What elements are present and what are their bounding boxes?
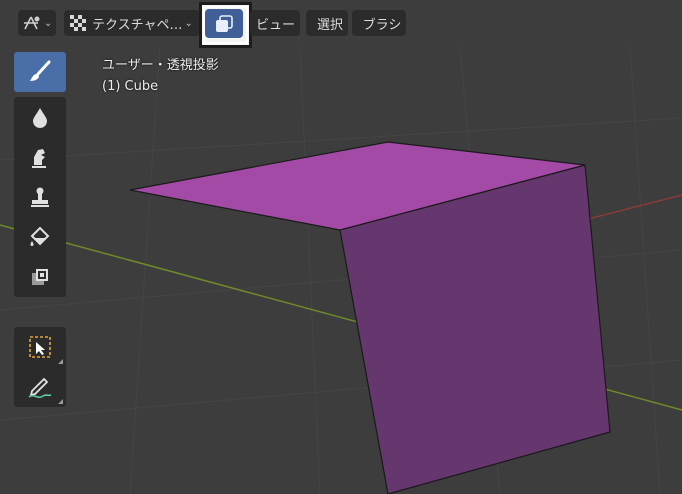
mask-icon xyxy=(32,269,48,285)
tool-variants-indicator xyxy=(58,359,63,364)
fill-tool[interactable] xyxy=(14,217,66,257)
3d-viewport[interactable] xyxy=(0,0,682,494)
select-box-icon xyxy=(29,336,51,358)
texture-label: テクスチャペ… xyxy=(92,17,183,33)
texture-slots-icon xyxy=(216,14,233,32)
texture-paint-mode-icon xyxy=(24,16,40,30)
clone-tool[interactable] xyxy=(14,177,66,217)
brush-icon xyxy=(30,60,51,81)
paint-bucket-icon xyxy=(30,226,50,246)
view-menu[interactable]: ビュー xyxy=(250,10,300,36)
chevron-down-icon: ⌄ xyxy=(44,17,53,29)
texture-slot-selector[interactable]: テクスチャペ… ⌄ xyxy=(64,10,200,36)
viewport-header: ⌄ テクスチャペ… ⌄ ビュー 選択 ブラシ xyxy=(0,0,682,48)
finger-icon xyxy=(32,149,46,168)
drop-icon xyxy=(33,108,47,128)
smear-tool[interactable] xyxy=(14,137,66,177)
object-name-label: (1) Cube xyxy=(102,79,159,94)
view-name-label: ユーザー・透視投影 xyxy=(102,58,219,73)
draw-tool[interactable] xyxy=(14,52,66,92)
tool-variants-indicator xyxy=(58,399,63,404)
stamp-icon xyxy=(31,187,49,207)
mask-tool[interactable] xyxy=(14,257,66,297)
chevron-down-icon: ⌄ xyxy=(184,17,193,29)
annotate-tool[interactable] xyxy=(14,367,66,407)
viewport-grid xyxy=(0,45,682,494)
select-box-tool[interactable] xyxy=(14,327,66,367)
select-menu[interactable]: 選択 xyxy=(306,10,348,36)
checker-texture-icon xyxy=(70,15,86,31)
texture-slots-button[interactable] xyxy=(205,9,243,38)
annotate-pencil-icon xyxy=(28,377,52,399)
mode-selector[interactable]: ⌄ xyxy=(18,10,56,36)
soften-tool[interactable] xyxy=(14,97,66,137)
brush-menu[interactable]: ブラシ xyxy=(352,10,406,36)
